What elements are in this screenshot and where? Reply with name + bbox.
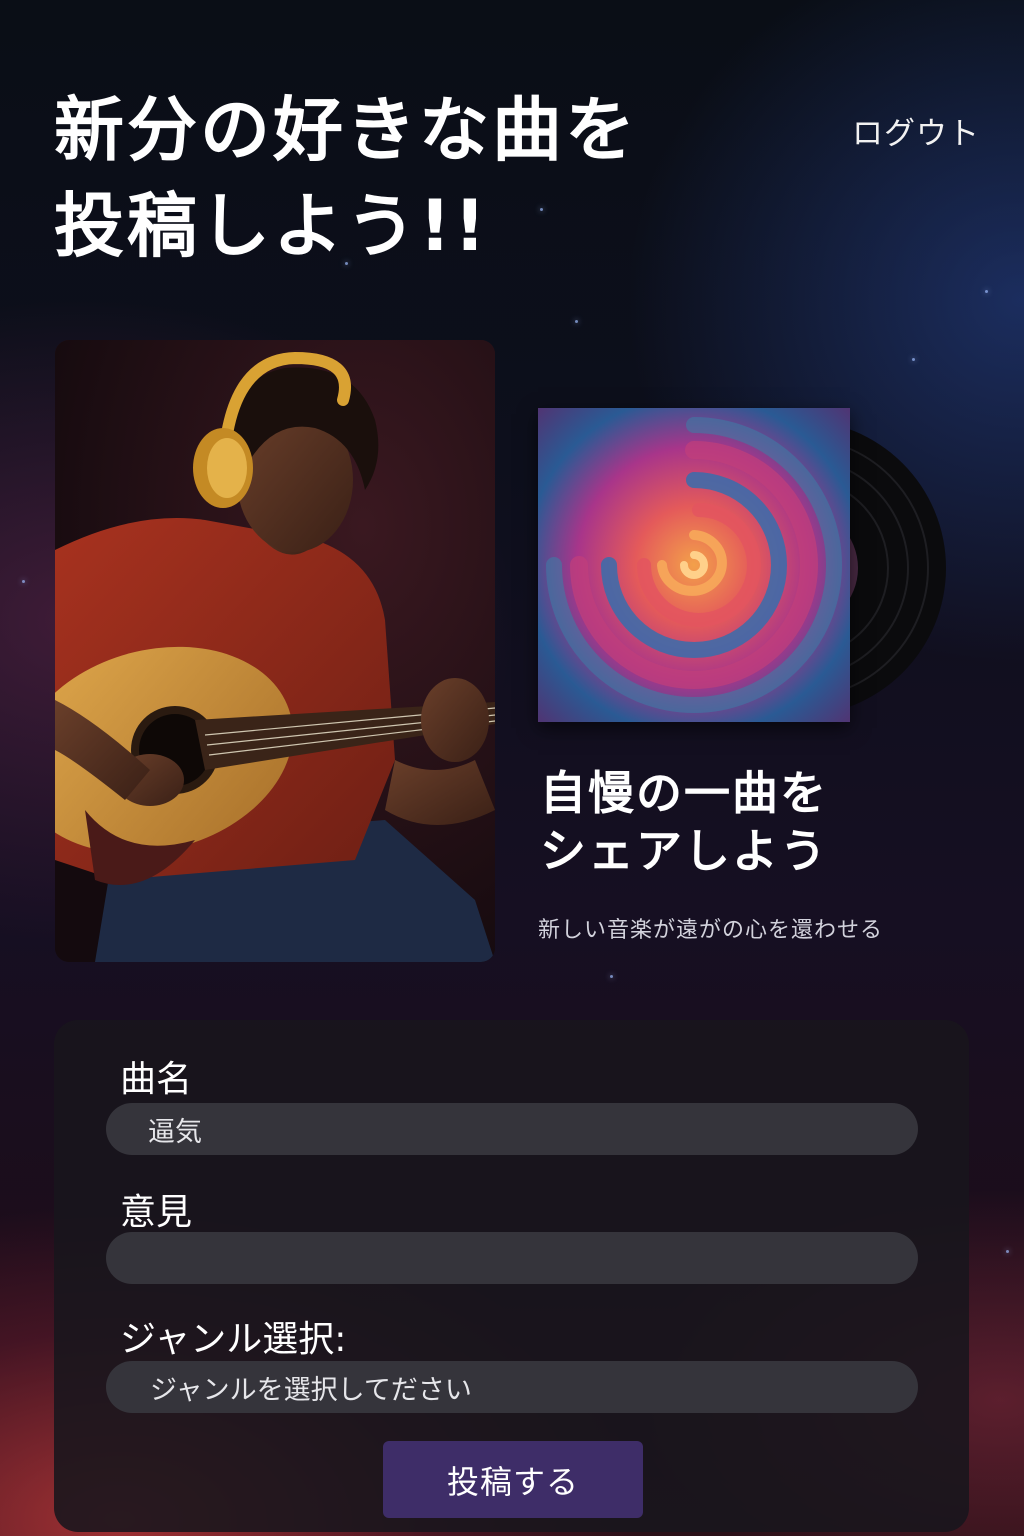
opinion-label: 意見 [120,1192,193,1233]
submit-post-button[interactable]: 投稿する [383,1441,643,1518]
star-decoration [985,290,988,293]
star-decoration [22,580,25,583]
song-name-value: 逼気 [148,1116,202,1148]
promo-title-line1: 自慢の一曲を [540,766,828,820]
promo-title: 自慢の一曲を シェアしよう [540,764,828,880]
song-name-label: 曲名 [120,1059,193,1100]
guitarist-photo [55,340,495,962]
album-cover [538,408,850,722]
genre-select-placeholder: ジャンルを選択してださい [150,1374,472,1406]
opinion-input[interactable] [106,1232,918,1284]
star-decoration [1006,1250,1009,1253]
promo-title-line2: シェアしよう [540,824,828,878]
page-title: 新分の好きな曲を 投稿しよう!! [54,82,774,274]
logout-link[interactable]: ログウト [852,108,980,153]
genre-label: ジャンル選択: [120,1319,347,1360]
page-title-line1: 新分の好きな曲を [54,89,638,171]
star-decoration [610,975,613,978]
album-artwork [538,408,950,724]
star-decoration [912,358,915,361]
promo-subtitle: 新しい音楽が遠がの心を還わせる [538,918,884,943]
page-title-line2: 投稿しよう!! [54,185,489,267]
star-decoration [575,320,578,323]
genre-select[interactable]: ジャンルを選択してださい [106,1361,918,1413]
song-name-input[interactable]: 逼気 [106,1103,918,1155]
